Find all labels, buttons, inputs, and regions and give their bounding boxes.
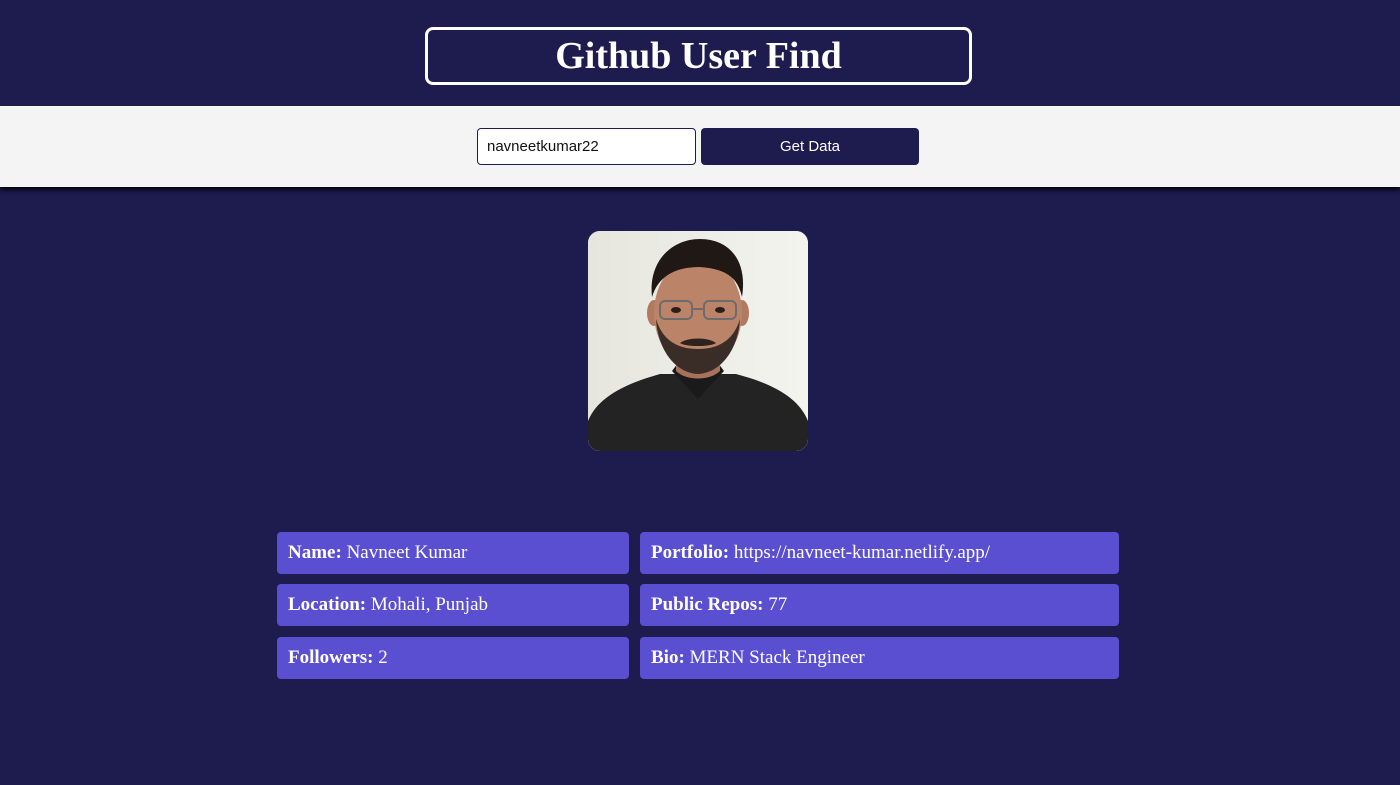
portfolio-value: https://navneet-kumar.netlify.app/ [733, 542, 991, 563]
location-label: Location: [288, 594, 371, 615]
portfolio-label: Portfolio: [651, 542, 734, 563]
name-label: Name: [288, 542, 347, 563]
bio-card: Bio: MERN Stack Engineer [640, 637, 1119, 679]
public-repos-value: 77 [768, 594, 788, 615]
bio-value: MERN Stack Engineer [689, 647, 865, 668]
avatar [588, 231, 808, 451]
name-card: Name: Navneet Kumar [277, 532, 629, 574]
public-repos-label: Public Repos: [651, 594, 769, 615]
user-photo-icon [588, 231, 808, 451]
name-value: Navneet Kumar [346, 542, 468, 563]
page-title: Github User Find [425, 27, 972, 85]
page-header: Github User Find [0, 0, 1400, 106]
location-card: Location: Mohali, Punjab [277, 584, 629, 626]
followers-label: Followers: [288, 647, 379, 668]
bio-label: Bio: [651, 647, 690, 668]
location-value: Mohali, Punjab [370, 594, 489, 615]
get-data-button[interactable]: Get Data [701, 128, 919, 165]
public-repos-card: Public Repos: 77 [640, 584, 1119, 626]
followers-card: Followers: 2 [277, 637, 629, 679]
username-input[interactable] [477, 128, 696, 165]
portfolio-card: Portfolio: https://navneet-kumar.netlify… [640, 532, 1119, 574]
followers-value: 2 [378, 647, 388, 668]
search-bar: Get Data [0, 106, 1400, 187]
